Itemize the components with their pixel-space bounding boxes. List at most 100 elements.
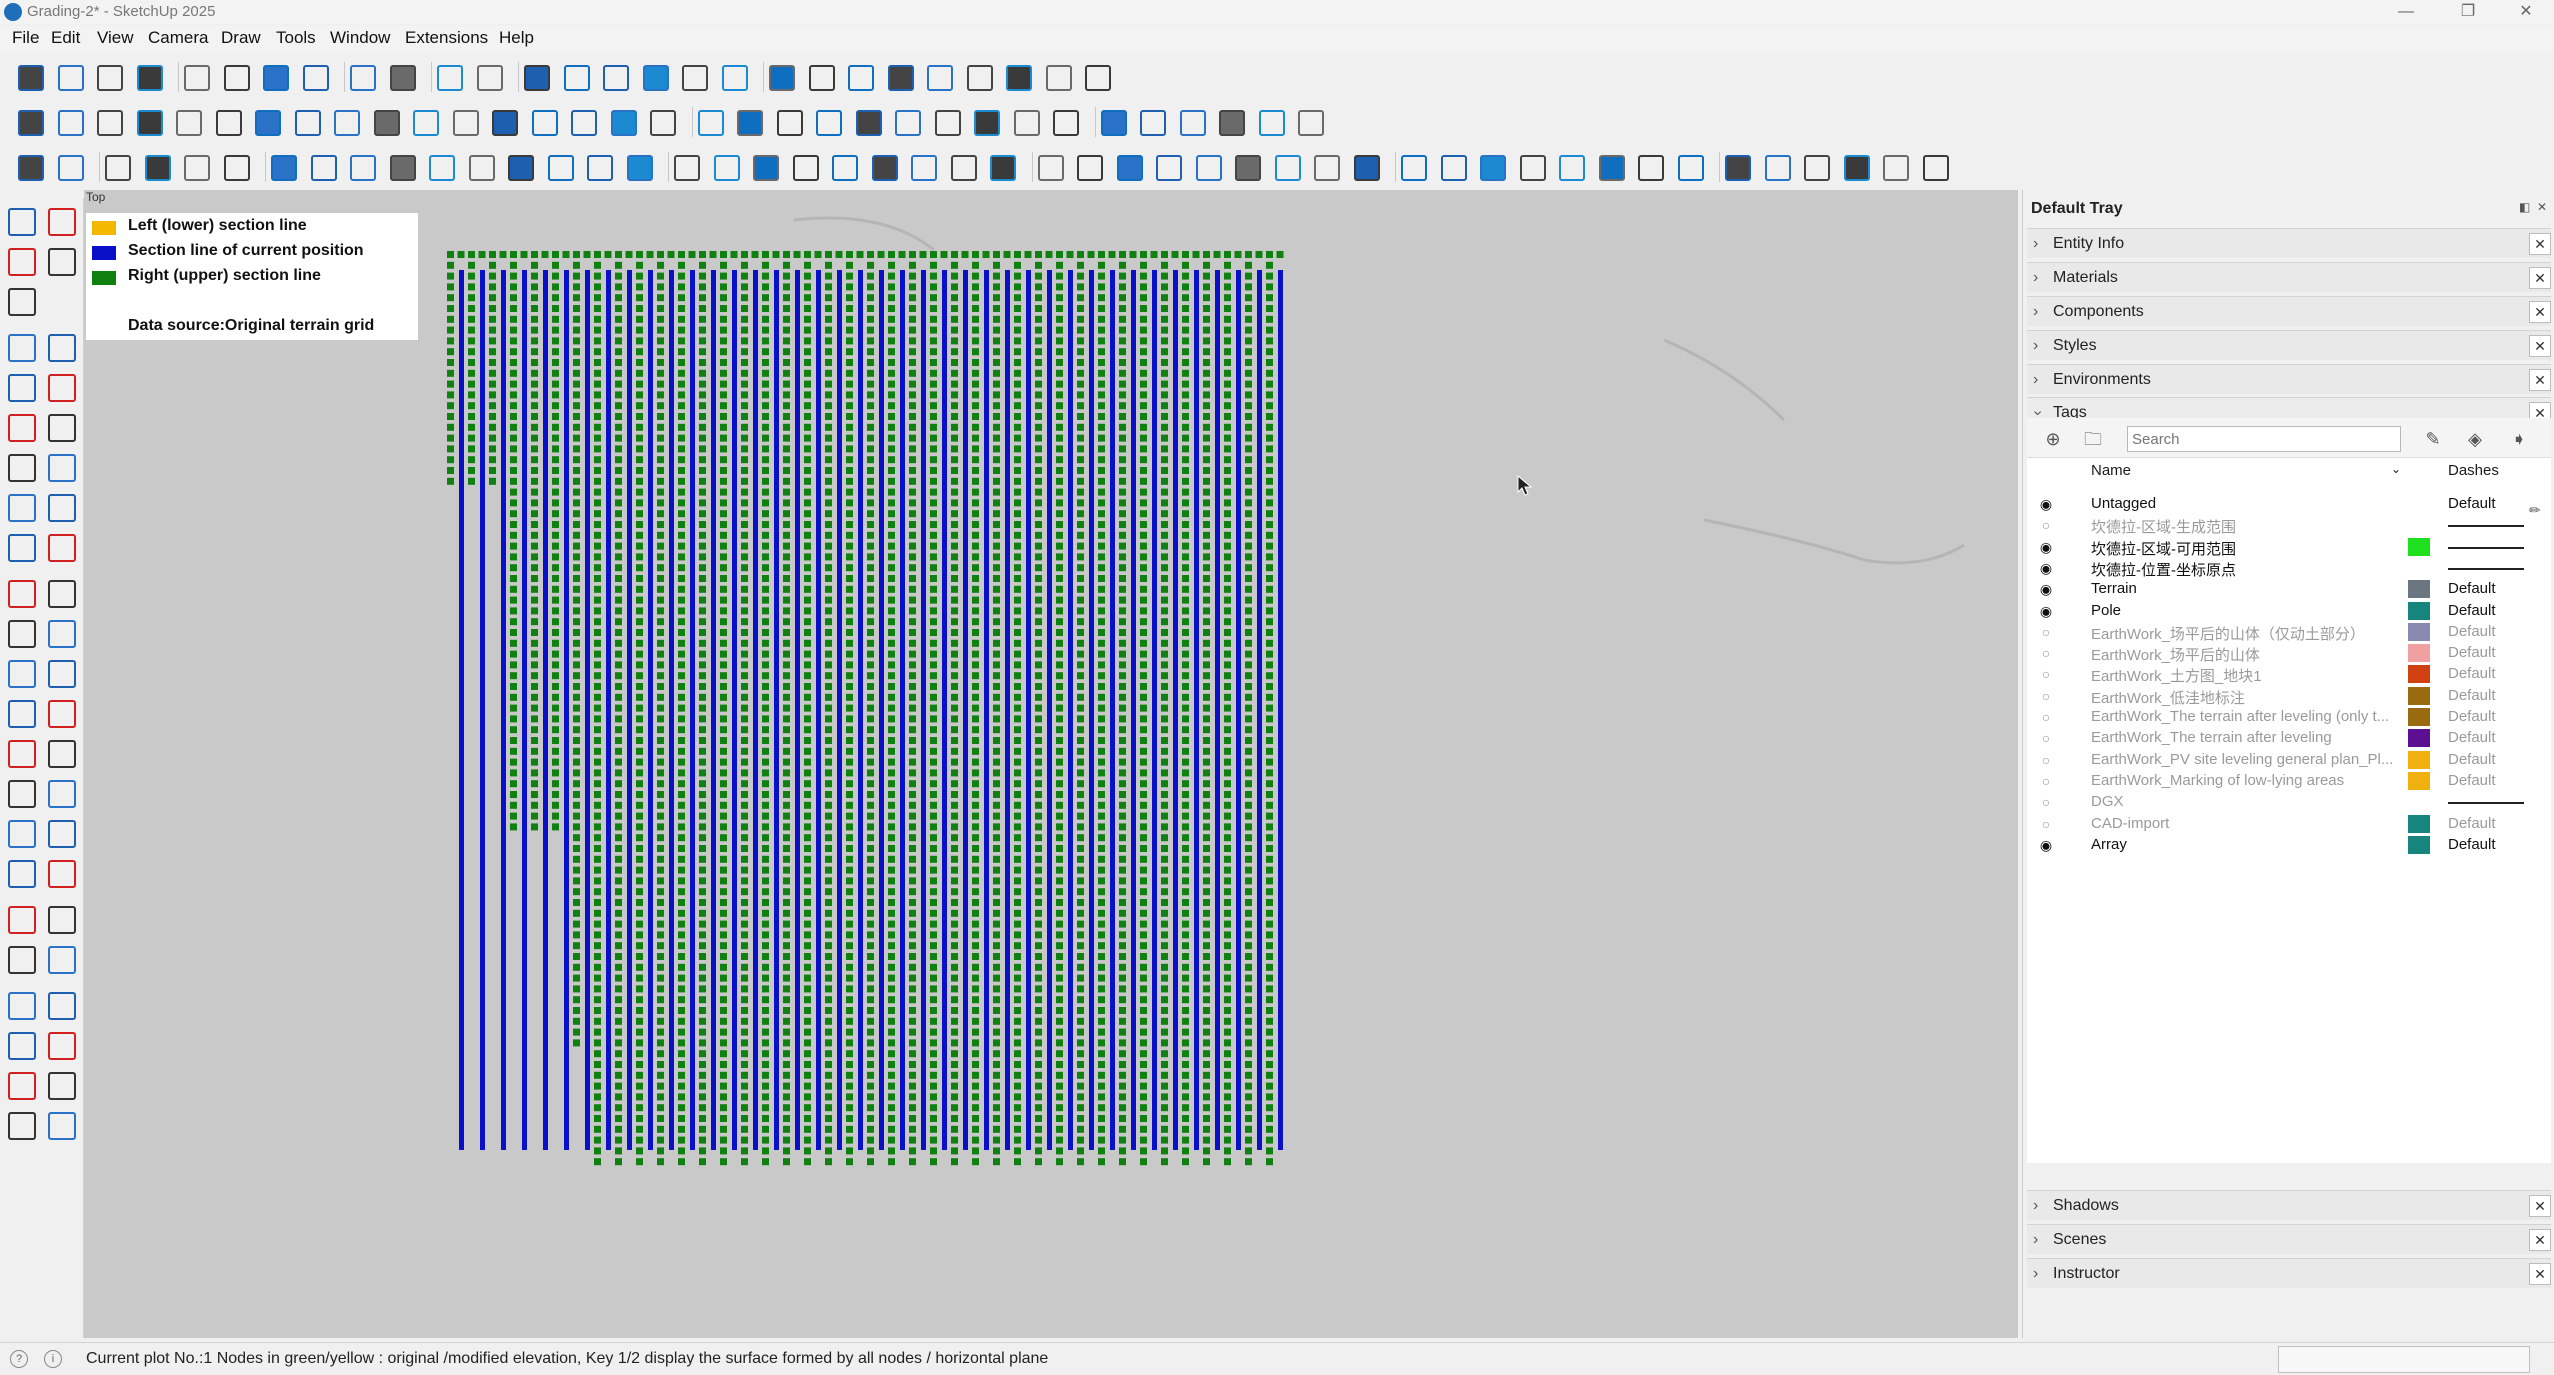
toolbar-tool-icon[interactable] bbox=[57, 65, 84, 91]
panel-materials[interactable]: › Materials ✕ bbox=[2027, 262, 2551, 292]
tag-row[interactable]: ○ DGX bbox=[2027, 792, 2551, 813]
close-icon[interactable]: ✕ bbox=[2529, 1195, 2551, 1217]
toolbar-tool-icon[interactable] bbox=[816, 110, 842, 136]
eye-hidden-icon[interactable]: ○ bbox=[2037, 624, 2055, 640]
tag-row[interactable]: ◉ 坎德拉-区域-可用范围 bbox=[2027, 537, 2551, 558]
eye-hidden-icon[interactable]: ○ bbox=[2037, 517, 2055, 533]
menu-edit[interactable]: Edit bbox=[51, 28, 80, 48]
toolbar-tool-icon[interactable] bbox=[136, 65, 163, 91]
toolbar-tool-icon[interactable] bbox=[271, 155, 297, 181]
toolbar-tool-icon[interactable] bbox=[966, 65, 993, 91]
toolbar-tool-icon[interactable] bbox=[223, 155, 250, 181]
sort-chevron-icon[interactable]: ⌄ bbox=[2391, 462, 2401, 476]
drawing-tool-icon[interactable] bbox=[8, 534, 36, 562]
tag-color-swatch[interactable] bbox=[2408, 686, 2430, 705]
toolbar-tool-icon[interactable] bbox=[144, 155, 171, 181]
tag-dashes[interactable]: Default bbox=[2448, 665, 2496, 682]
restore-icon[interactable]: ❐ bbox=[2448, 0, 2488, 24]
toolbar-tool-icon[interactable] bbox=[413, 110, 439, 136]
eye-hidden-icon[interactable]: ○ bbox=[2037, 645, 2055, 661]
toolbar-tool-icon[interactable] bbox=[1077, 155, 1103, 181]
toolbar-tool-icon[interactable] bbox=[1006, 65, 1032, 91]
toolbar-tool-icon[interactable] bbox=[476, 65, 503, 91]
toolbar-tool-icon[interactable] bbox=[97, 65, 123, 91]
toolbar-tool-icon[interactable] bbox=[1053, 110, 1079, 136]
toolbar-tool-icon[interactable] bbox=[650, 110, 676, 136]
eye-hidden-icon[interactable]: ○ bbox=[2037, 730, 2055, 746]
drawing-tool-icon[interactable] bbox=[48, 334, 76, 362]
pencil-icon[interactable]: ✏ bbox=[2529, 502, 2541, 519]
tag-tool-icon[interactable]: ◈ bbox=[2463, 427, 2487, 451]
toolbar-tool-icon[interactable] bbox=[603, 65, 629, 91]
tag-dashes[interactable]: Default bbox=[2448, 602, 2496, 619]
eye-visible-icon[interactable]: ◉ bbox=[2037, 496, 2055, 512]
drawing-tool-icon[interactable] bbox=[48, 660, 76, 688]
eye-hidden-icon[interactable]: ○ bbox=[2037, 666, 2055, 682]
toolbar-tool-icon[interactable] bbox=[373, 110, 400, 136]
toolbar-tool-icon[interactable] bbox=[310, 155, 337, 181]
menu-camera[interactable]: Camera bbox=[148, 28, 208, 48]
toolbar-tool-icon[interactable] bbox=[792, 155, 819, 181]
toolbar-tool-icon[interactable] bbox=[294, 110, 321, 136]
tag-color-swatch[interactable] bbox=[2408, 644, 2430, 663]
drawing-tool-icon[interactable] bbox=[48, 906, 76, 934]
tag-color-swatch[interactable] bbox=[2408, 665, 2430, 684]
tag-color-swatch[interactable] bbox=[2408, 708, 2430, 726]
toolbar-tool-icon[interactable] bbox=[18, 65, 44, 91]
toolbar-tool-icon[interactable] bbox=[871, 155, 898, 181]
toolbar-tool-icon[interactable] bbox=[1677, 155, 1704, 181]
toolbar-tool-icon[interactable] bbox=[350, 155, 376, 181]
toolbar-tool-icon[interactable] bbox=[437, 65, 463, 91]
toolbar-tool-icon[interactable] bbox=[57, 110, 84, 136]
toolbar-tool-icon[interactable] bbox=[1922, 155, 1949, 181]
close-icon[interactable]: ✕ bbox=[2529, 301, 2551, 323]
toolbar-tool-icon[interactable] bbox=[563, 65, 590, 91]
toolbar-tool-icon[interactable] bbox=[492, 110, 518, 136]
toolbar-tool-icon[interactable] bbox=[97, 110, 123, 136]
minimize-icon[interactable]: — bbox=[2386, 0, 2426, 24]
toolbar-tool-icon[interactable] bbox=[1883, 155, 1909, 181]
toolbar-tool-icon[interactable] bbox=[832, 155, 858, 181]
close-icon[interactable]: ✕ bbox=[2529, 1263, 2551, 1285]
toolbar-tool-icon[interactable] bbox=[1045, 65, 1072, 91]
tray-close-icon[interactable]: ✕ bbox=[2537, 200, 2547, 214]
drawing-tool-icon[interactable] bbox=[48, 946, 76, 974]
toolbar-tool-icon[interactable] bbox=[1179, 110, 1206, 136]
measurements-box[interactable] bbox=[2278, 1346, 2530, 1373]
drawing-tool-icon[interactable] bbox=[8, 248, 36, 276]
menu-file[interactable]: File bbox=[12, 28, 39, 48]
eye-visible-icon[interactable]: ◉ bbox=[2037, 560, 2055, 576]
toolbar-tool-icon[interactable] bbox=[1519, 155, 1546, 181]
toolbar-tool-icon[interactable] bbox=[429, 155, 455, 181]
eye-hidden-icon[interactable]: ○ bbox=[2037, 688, 2055, 704]
tag-dashes[interactable]: Default bbox=[2448, 836, 2496, 853]
tag-row[interactable]: ◉ Array Default bbox=[2027, 835, 2551, 856]
toolbar-tool-icon[interactable] bbox=[990, 155, 1016, 181]
toolbar-tool-icon[interactable] bbox=[1843, 155, 1870, 181]
toolbar-tool-icon[interactable] bbox=[1559, 155, 1585, 181]
toolbar-tool-icon[interactable] bbox=[136, 110, 163, 136]
drawing-tool-icon[interactable] bbox=[48, 580, 76, 608]
toolbar-tool-icon[interactable] bbox=[263, 65, 289, 91]
toolbar-tool-icon[interactable] bbox=[855, 110, 882, 136]
toolbar-tool-icon[interactable] bbox=[927, 65, 953, 91]
eye-visible-icon[interactable]: ◉ bbox=[2037, 603, 2055, 619]
menu-tools[interactable]: Tools bbox=[276, 28, 316, 48]
panel-entity-info[interactable]: › Entity Info ✕ bbox=[2027, 228, 2551, 258]
panel-instructor[interactable]: › Instructor ✕ bbox=[2027, 1258, 2551, 1288]
tag-row[interactable]: ○ EarthWork_低洼地标注 Default bbox=[2027, 686, 2551, 707]
tag-dashes[interactable]: Default bbox=[2448, 729, 2496, 746]
panel-components[interactable]: › Components ✕ bbox=[2027, 296, 2551, 326]
tag-dashes[interactable]: Default bbox=[2448, 772, 2496, 789]
tag-search-input[interactable] bbox=[2127, 426, 2401, 452]
toolbar-tool-icon[interactable] bbox=[508, 155, 534, 181]
toolbar-tool-icon[interactable] bbox=[1219, 110, 1245, 136]
toolbar-tool-icon[interactable] bbox=[587, 155, 613, 181]
drawing-tool-icon[interactable] bbox=[48, 860, 76, 888]
toolbar-tool-icon[interactable] bbox=[769, 65, 795, 91]
toolbar-tool-icon[interactable] bbox=[1598, 155, 1625, 181]
tag-row[interactable]: ◉ 坎德拉-位置-坐标原点 bbox=[2027, 558, 2551, 579]
tag-row[interactable]: ○ EarthWork_PV site leveling general plan… bbox=[2027, 750, 2551, 771]
toolbar-tool-icon[interactable] bbox=[682, 65, 708, 91]
dash-line-icon[interactable] bbox=[2448, 525, 2524, 528]
